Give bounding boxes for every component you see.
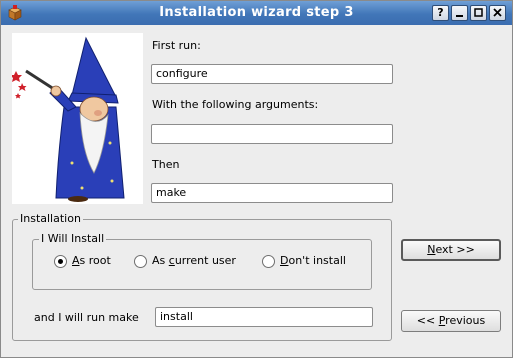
first-run-label: First run: bbox=[152, 39, 201, 52]
radio-as-current-user-label: As current user bbox=[152, 254, 236, 267]
radio-button[interactable] bbox=[54, 255, 67, 268]
minimize-icon bbox=[456, 15, 463, 17]
title-bar[interactable]: Installation wizard step 3 ? bbox=[1, 1, 512, 25]
radio-button[interactable] bbox=[262, 255, 275, 268]
radio-selected-dot bbox=[58, 259, 63, 264]
run-make-input[interactable]: install bbox=[155, 307, 373, 327]
close-button[interactable] bbox=[489, 5, 506, 21]
installation-group-title: Installation bbox=[18, 212, 83, 225]
first-run-input[interactable]: configure bbox=[151, 64, 393, 84]
radio-dont-install[interactable]: Don't install bbox=[262, 254, 352, 270]
radio-as-root[interactable]: As root bbox=[54, 254, 118, 270]
radio-as-current-user[interactable]: As current user bbox=[134, 254, 244, 270]
previous-button[interactable]: << Previous bbox=[401, 310, 501, 332]
wizard-illustration bbox=[10, 33, 143, 204]
close-icon bbox=[493, 8, 502, 17]
then-label: Then bbox=[152, 158, 180, 171]
maximize-icon bbox=[474, 8, 483, 17]
wizard-window: Installation wizard step 3 ? First run: … bbox=[0, 0, 513, 358]
radio-as-root-label: As root bbox=[72, 254, 111, 267]
minimize-button[interactable] bbox=[451, 5, 468, 21]
arguments-input[interactable] bbox=[151, 124, 393, 144]
install-as-group-title: I Will Install bbox=[39, 232, 107, 245]
help-button[interactable]: ? bbox=[432, 5, 449, 21]
arguments-label: With the following arguments: bbox=[152, 98, 319, 111]
next-button[interactable]: Next >> bbox=[401, 239, 501, 261]
maximize-button[interactable] bbox=[470, 5, 487, 21]
run-make-label: and I will run make bbox=[34, 311, 139, 324]
then-input[interactable]: make bbox=[151, 183, 393, 203]
radio-button[interactable] bbox=[134, 255, 147, 268]
radio-dont-install-label: Don't install bbox=[280, 254, 346, 267]
